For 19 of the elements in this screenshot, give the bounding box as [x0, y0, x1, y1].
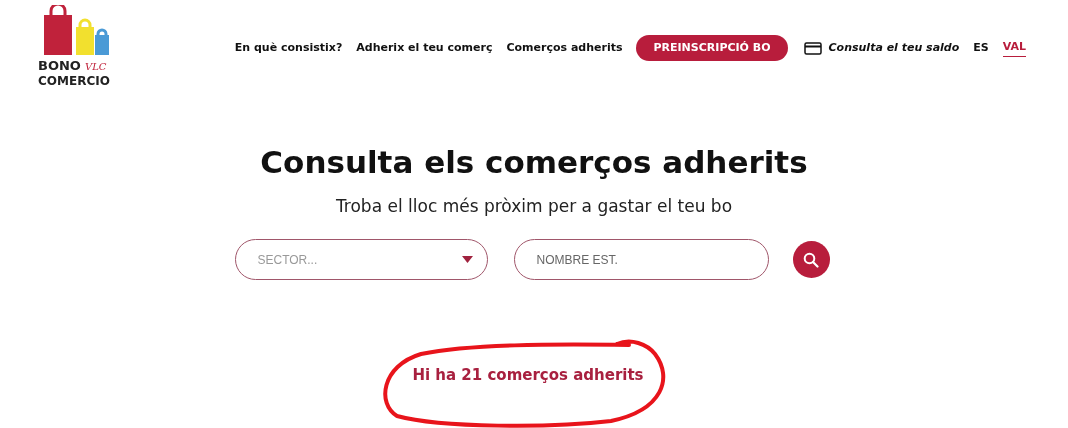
logo-text: COMERCIO	[38, 74, 111, 89]
name-input-field[interactable]: NOMBRE EST.	[513, 239, 769, 280]
logo-text: BONO	[38, 58, 81, 73]
page-subtitle: Troba el lloc més pròxim per a gastar el teu bo	[335, 194, 733, 218]
balance-link[interactable]: Consulta el teu saldo	[828, 39, 960, 57]
nav-link[interactable]: En què consistix?	[234, 39, 343, 57]
result-count: Hi ha 21 comerços adherits	[412, 365, 644, 386]
language-link[interactable]: VAL	[1002, 39, 1026, 57]
search-icon	[803, 251, 819, 268]
credit-card-icon	[803, 41, 822, 55]
dropdown-caret-icon	[461, 256, 473, 263]
logo-tag: VLC	[84, 59, 107, 74]
logo[interactable]: BONO VLC COMERCIO	[38, 5, 112, 89]
nav-link[interactable]: Comerços adherits	[506, 39, 623, 57]
nav-link[interactable]: Adherix el teu comerç	[356, 39, 493, 57]
language-link[interactable]: ES	[973, 39, 989, 57]
preinscription-button[interactable]: PREINSCRIPCIÓ BO	[636, 35, 788, 61]
page-title: Consulta els comerços adherits	[260, 143, 808, 182]
search-button[interactable]	[792, 241, 830, 278]
